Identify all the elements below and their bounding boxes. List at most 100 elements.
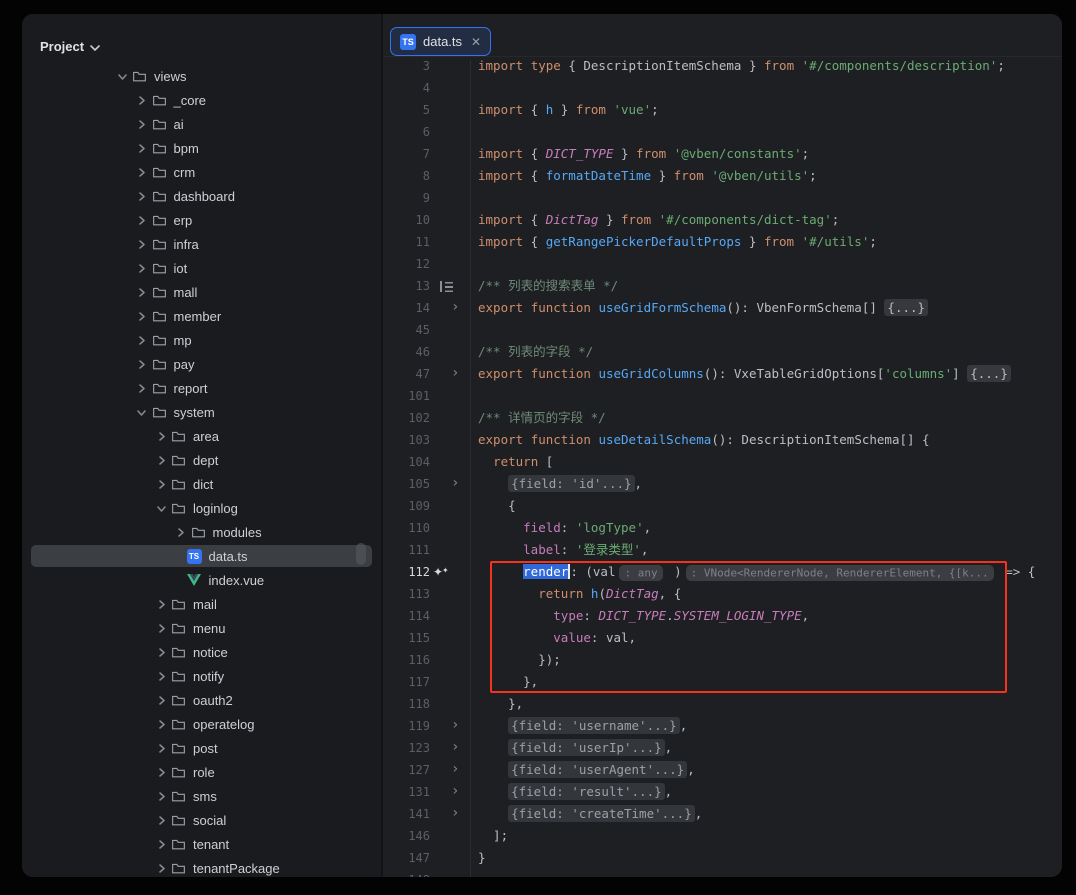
chevron-collapsed-icon[interactable] <box>172 524 190 540</box>
chevron-collapsed-icon[interactable] <box>152 692 170 708</box>
tree-item-notice[interactable]: notice <box>22 640 381 664</box>
sidebar-scrollbar-thumb[interactable] <box>356 543 366 565</box>
folded-code-pill[interactable]: {field: 'result'...} <box>508 783 665 800</box>
tree-item-sms[interactable]: sms <box>22 784 381 808</box>
chevron-collapsed-icon[interactable] <box>152 812 170 828</box>
folded-code-pill[interactable]: {...} <box>884 299 928 316</box>
code-line-115[interactable]: 115 value: val, <box>383 627 1062 649</box>
chevron-collapsed-icon[interactable] <box>133 188 151 204</box>
tree-item-post[interactable]: post <box>22 736 381 760</box>
tree-item-role[interactable]: role <box>22 760 381 784</box>
chevron-collapsed-icon[interactable] <box>133 308 151 324</box>
code-line-104[interactable]: 104 return [ <box>383 451 1062 473</box>
tree-item-modules[interactable]: modules <box>22 520 381 544</box>
chevron-collapsed-icon[interactable] <box>152 836 170 852</box>
code-line-103[interactable]: 103export function useDetailSchema(): De… <box>383 429 1062 451</box>
chevron-collapsed-icon[interactable] <box>133 236 151 252</box>
chevron-collapsed-icon[interactable] <box>152 596 170 612</box>
tree-item-oauth2[interactable]: oauth2 <box>22 688 381 712</box>
chevron-collapsed-icon[interactable] <box>152 740 170 756</box>
code-line-141[interactable]: 141› {field: 'createTime'...}, <box>383 803 1062 825</box>
code-line-146[interactable]: 146 ]; <box>383 825 1062 847</box>
tree-item-operatelog[interactable]: operatelog <box>22 712 381 736</box>
chevron-collapsed-icon[interactable] <box>133 284 151 300</box>
folded-code-pill[interactable]: {field: 'id'...} <box>508 475 634 492</box>
tree-item-pay[interactable]: pay <box>22 352 381 376</box>
code-line-8[interactable]: 8import { formatDateTime } from '@vben/u… <box>383 165 1062 187</box>
code-line-111[interactable]: 111 label: '登录类型', <box>383 539 1062 561</box>
code-line-131[interactable]: 131› {field: 'result'...}, <box>383 781 1062 803</box>
code-line-12[interactable]: 12 <box>383 253 1062 275</box>
tree-item-report[interactable]: report <box>22 376 381 400</box>
fold-region-icon[interactable]: › <box>451 363 459 385</box>
tree-item-member[interactable]: member <box>22 304 381 328</box>
tree-item-mail[interactable]: mail <box>22 592 381 616</box>
folded-code-pill[interactable]: {field: 'createTime'...} <box>508 805 695 822</box>
tree-item-_core[interactable]: _core <box>22 88 381 112</box>
chevron-collapsed-icon[interactable] <box>152 668 170 684</box>
code-line-4[interactable]: 4 <box>383 77 1062 99</box>
folded-code-pill[interactable]: {field: 'userAgent'...} <box>508 761 687 778</box>
code-area[interactable]: 3import type { DescriptionItemSchema } f… <box>383 60 1062 877</box>
code-line-127[interactable]: 127› {field: 'userAgent'...}, <box>383 759 1062 781</box>
chevron-collapsed-icon[interactable] <box>133 356 151 372</box>
code-line-9[interactable]: 9 <box>383 187 1062 209</box>
chevron-collapsed-icon[interactable] <box>152 764 170 780</box>
code-line-47[interactable]: 47›export function useGridColumns(): Vxe… <box>383 363 1062 385</box>
tree-item-crm[interactable]: crm <box>22 160 381 184</box>
tree-item-views[interactable]: views <box>22 64 381 88</box>
chevron-collapsed-icon[interactable] <box>133 332 151 348</box>
chevron-collapsed-icon[interactable] <box>152 620 170 636</box>
fold-region-icon[interactable]: › <box>451 781 459 803</box>
code-line-109[interactable]: 109 { <box>383 495 1062 517</box>
render-doc-comment-icon[interactable] <box>440 281 453 292</box>
chevron-expanded-icon[interactable] <box>133 404 151 420</box>
code-line-5[interactable]: 5import { h } from 'vue'; <box>383 99 1062 121</box>
tree-item-dashboard[interactable]: dashboard <box>22 184 381 208</box>
code-line-101[interactable]: 101 <box>383 385 1062 407</box>
code-line-13[interactable]: 13/** 列表的搜索表单 */ <box>383 275 1062 297</box>
tree-item-indexvue[interactable]: index.vue <box>22 568 381 592</box>
chevron-collapsed-icon[interactable] <box>152 476 170 492</box>
tree-item-mall[interactable]: mall <box>22 280 381 304</box>
chevron-collapsed-icon[interactable] <box>133 116 151 132</box>
tree-item-ai[interactable]: ai <box>22 112 381 136</box>
tree-item-loginlog[interactable]: loginlog <box>22 496 381 520</box>
folded-code-pill[interactable]: {field: 'userIp'...} <box>508 739 665 756</box>
code-line-148[interactable]: 148 <box>383 869 1062 877</box>
code-line-110[interactable]: 110 field: 'logType', <box>383 517 1062 539</box>
ai-assistant-sparkle-icon[interactable]: ✦✦ <box>433 561 443 583</box>
project-view-selector[interactable]: Project <box>40 34 100 58</box>
tree-item-area[interactable]: area <box>22 424 381 448</box>
chevron-collapsed-icon[interactable] <box>152 644 170 660</box>
folded-code-pill[interactable]: {field: 'username'...} <box>508 717 680 734</box>
chevron-collapsed-icon[interactable] <box>133 164 151 180</box>
tree-item-iot[interactable]: iot <box>22 256 381 280</box>
fold-region-icon[interactable]: › <box>451 803 459 825</box>
code-line-3[interactable]: 3import type { DescriptionItemSchema } f… <box>383 60 1062 77</box>
code-line-118[interactable]: 118 }, <box>383 693 1062 715</box>
code-line-114[interactable]: 114 type: DICT_TYPE.SYSTEM_LOGIN_TYPE, <box>383 605 1062 627</box>
chevron-expanded-icon[interactable] <box>113 68 131 84</box>
chevron-collapsed-icon[interactable] <box>152 452 170 468</box>
tree-item-dept[interactable]: dept <box>22 448 381 472</box>
code-line-119[interactable]: 119› {field: 'username'...}, <box>383 715 1062 737</box>
code-line-112[interactable]: 112✦✦ render: (val: any ): VNode<Rendere… <box>383 561 1062 583</box>
fold-region-icon[interactable]: › <box>451 297 459 319</box>
tab-data-ts[interactable]: TS data.ts ✕ <box>390 27 491 56</box>
fold-region-icon[interactable]: › <box>451 473 459 495</box>
tree-item-mp[interactable]: mp <box>22 328 381 352</box>
folded-code-pill[interactable]: {...} <box>967 365 1011 382</box>
tree-item-notify[interactable]: notify <box>22 664 381 688</box>
tree-item-infra[interactable]: infra <box>22 232 381 256</box>
chevron-collapsed-icon[interactable] <box>152 860 170 876</box>
tree-item-system[interactable]: system <box>22 400 381 424</box>
code-line-14[interactable]: 14›export function useGridFormSchema(): … <box>383 297 1062 319</box>
tree-item-bpm[interactable]: bpm <box>22 136 381 160</box>
chevron-collapsed-icon[interactable] <box>133 380 151 396</box>
code-line-10[interactable]: 10import { DictTag } from '#/components/… <box>383 209 1062 231</box>
tree-item-social[interactable]: social <box>22 808 381 832</box>
code-line-123[interactable]: 123› {field: 'userIp'...}, <box>383 737 1062 759</box>
code-line-102[interactable]: 102/** 详情页的字段 */ <box>383 407 1062 429</box>
tree-item-dict[interactable]: dict <box>22 472 381 496</box>
